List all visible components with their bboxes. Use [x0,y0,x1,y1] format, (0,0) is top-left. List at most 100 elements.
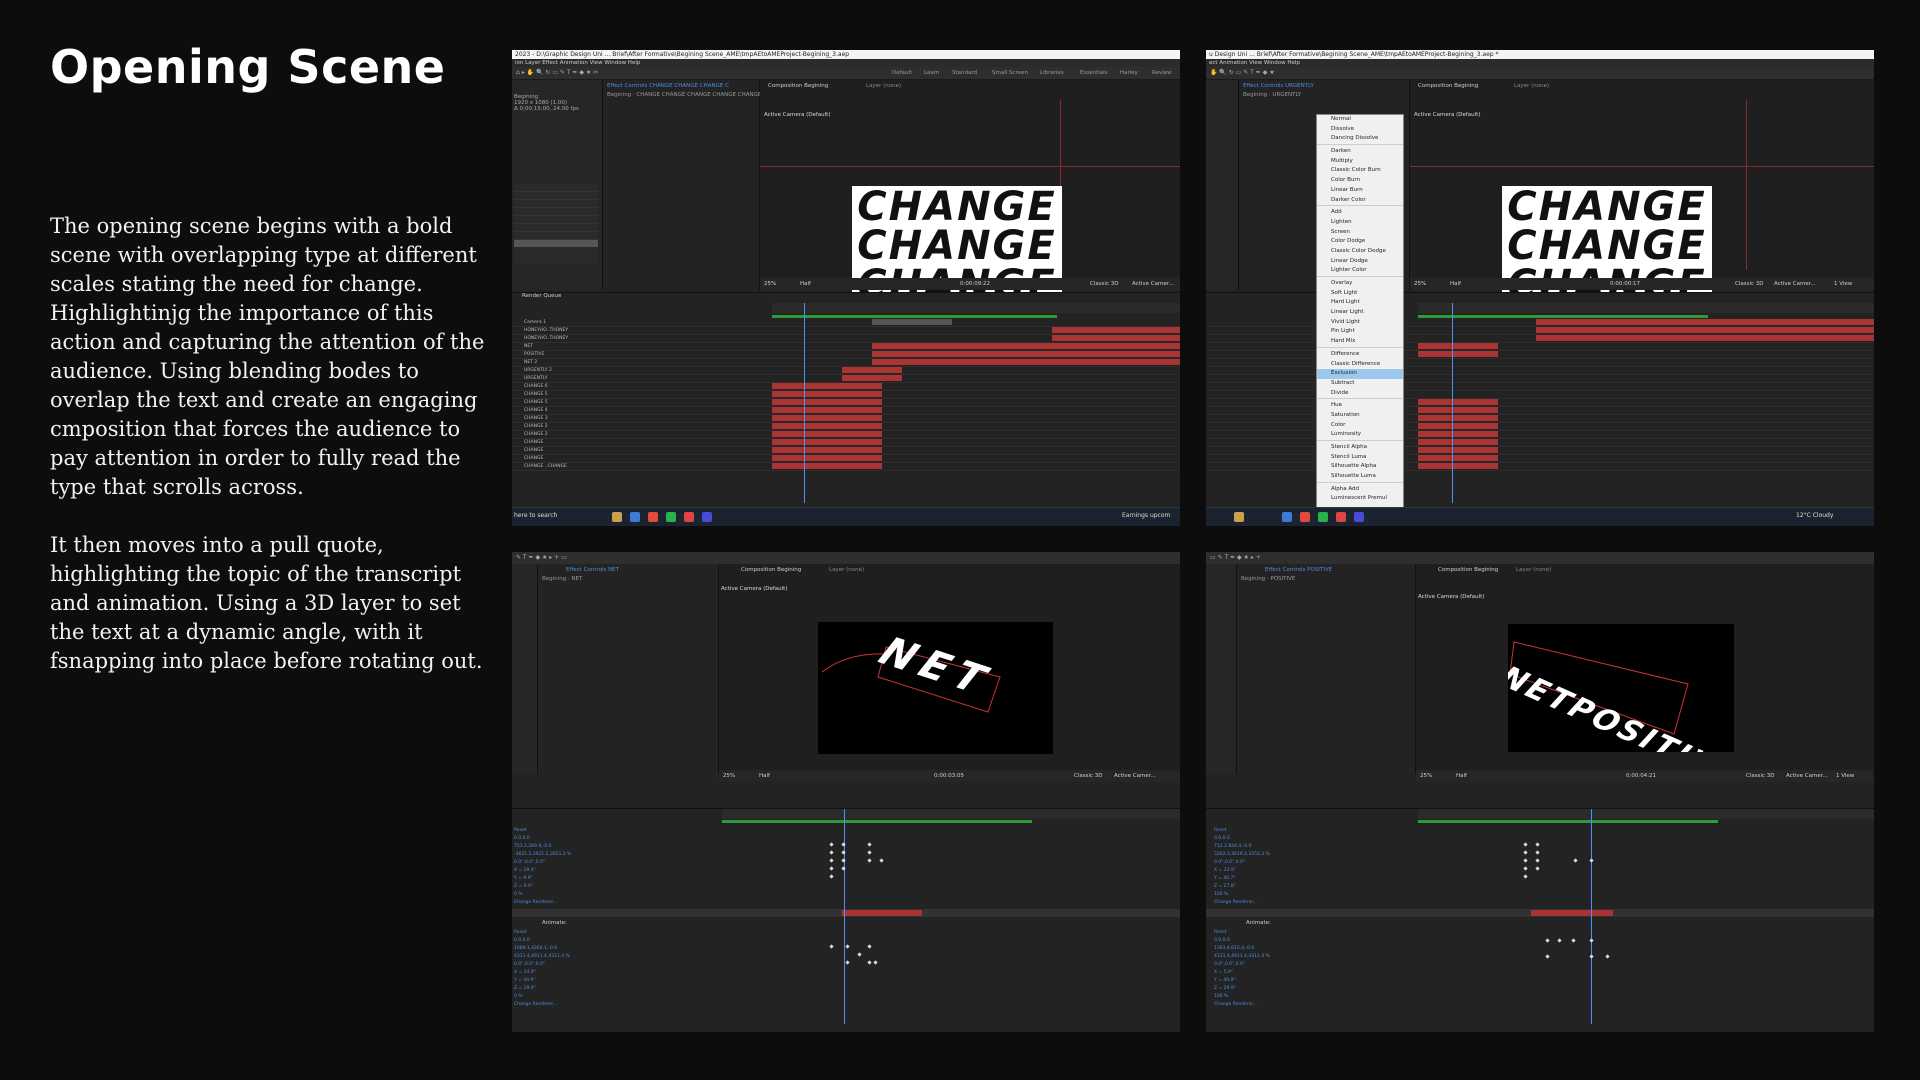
viewer-controls[interactable]: 25% Half 0:00:09:22 Classic 3D Active Ca… [760,278,1180,290]
layer-row[interactable] [1206,415,1874,423]
transform-value[interactable]: X = 24.9° [512,969,692,977]
layer-tab[interactable]: Layer (none) [1514,83,1549,89]
layer-bar[interactable] [1418,447,1498,453]
layer-row[interactable] [1206,327,1874,335]
composition-tab[interactable]: Composition Begining [1438,567,1498,573]
layer-tab[interactable]: Layer (none) [1516,567,1551,573]
effect-controls-tab[interactable]: Effect Controls POSITIVE [1265,567,1332,573]
timeline-panel[interactable]: Reset 0.0,0.0 712.2,844.4,-0.0 3262.3,3619.… [1206,808,1874,1032]
layer-tab[interactable]: Layer (none) [866,83,901,89]
render-queue-tab[interactable]: Render Queue [522,293,561,299]
news-widget[interactable]: Earnings upcom [1122,512,1170,519]
keyframe-marker[interactable] [1571,938,1576,943]
transform-value[interactable]: Y = 40.7° [1212,875,1392,883]
keyframe-marker[interactable] [1535,850,1540,855]
workspace-standard[interactable]: Standard [952,67,977,79]
blend-mode-option[interactable]: Linear Burn [1317,186,1403,196]
composition-viewer[interactable]: Composition Begining Layer (none) Active… [1410,80,1874,301]
viewer-controls[interactable]: 25% Half 0:00:00:17 Classic 3D Active Ca… [1410,278,1874,290]
layer-row[interactable] [1206,447,1874,455]
blend-mode-option[interactable]: Divide [1317,389,1403,399]
workspace-harley[interactable]: Harley [1120,67,1138,79]
project-panel[interactable] [1206,564,1237,774]
keyframe-marker[interactable] [1589,858,1594,863]
composition-tab[interactable]: Composition Begining [741,567,801,573]
camera-select[interactable]: Active Camer... [1132,281,1174,287]
keyframe-marker[interactable] [829,866,834,871]
transform-value[interactable]: X = 29.4° [512,867,692,875]
blend-mode-option[interactable]: Normal [1317,115,1403,125]
blend-mode-option[interactable]: Classic Difference [1317,360,1403,370]
timecode-display[interactable]: 0:00:00:17 [1610,281,1640,287]
work-area-bar[interactable] [1418,315,1708,318]
layer-row[interactable] [1206,375,1874,383]
layer-row[interactable]: CHANGE 2 [512,431,1180,439]
blend-mode-option[interactable]: Stencil Alpha [1317,443,1403,453]
layer-name[interactable]: CHANGE 5 [524,391,548,398]
blend-mode-option[interactable]: Exclusion [1317,369,1403,379]
keyframe-marker[interactable] [1523,858,1528,863]
layer-bar[interactable] [772,415,882,421]
layer-row[interactable]: HONEYHO..THONEY [512,327,1180,335]
transform-value[interactable]: 4311.4,4911.4,4311.4 % [1212,953,1392,961]
transform-value[interactable]: Y = 40.9° [1212,977,1392,985]
layer-row[interactable]: CHANGE 5 [512,391,1180,399]
blend-mode-option[interactable]: Pin Light [1317,327,1403,337]
layer-row[interactable]: CHANGE 4 [512,407,1180,415]
search-box[interactable]: here to search [514,512,557,519]
keyframe-marker[interactable] [1535,842,1540,847]
transform-value[interactable]: 0.0°,0.0°,0.0° [1212,859,1392,867]
app-icon[interactable] [1336,512,1346,522]
viewer-controls[interactable]: 25% Half 0:00:03:05 Classic 3D Active Ca… [719,770,1180,782]
work-area-bar[interactable] [1418,820,1718,823]
layer-name[interactable]: Camera 1 [524,319,546,326]
effect-controls-panel[interactable]: Effect Controls NET Begining · NET [538,564,719,774]
layer-row[interactable]: Camera 1 [512,319,1180,327]
camera-select[interactable]: Active Camer... [1114,773,1156,779]
keyframe-marker[interactable] [1523,874,1528,879]
resolution-select[interactable]: Half [1450,281,1461,287]
keyframe-marker[interactable] [857,952,862,957]
layer-row[interactable]: CHANGE 6 [512,383,1180,391]
effect-controls-tab[interactable]: Effect Controls URGENTLY [1243,83,1314,89]
resolution-select[interactable]: Half [1456,773,1467,779]
viewer-controls[interactable]: 25% Half 0:00:04:21 Classic 3D Active Ca… [1416,770,1874,782]
layer-bar[interactable] [842,367,902,373]
keyframe-marker[interactable] [867,842,872,847]
windows-taskbar[interactable]: here to search Earnings upcom [512,507,1180,526]
layer-bar[interactable] [1536,319,1874,325]
keyframe-marker[interactable] [1535,866,1540,871]
blend-mode-option[interactable]: Classic Color Dodge [1317,247,1403,257]
blend-mode-option[interactable]: Overlay [1317,279,1403,289]
layer-row[interactable] [1206,439,1874,447]
transform-value[interactable]: Reset [512,929,692,937]
keyframe-marker[interactable] [845,960,850,965]
keyframe-marker[interactable] [867,960,872,965]
toolbar[interactable]: ⌂ ▸ ✋ 🔍 ↻ ▭ ✎ T ✒ ◆ ★ ✂ Default Learn St… [512,67,1180,80]
transform-value[interactable]: 3262.3,3619.2,3353.3 % [1212,851,1392,859]
blend-mode-option[interactable]: Color Dodge [1317,237,1403,247]
transform-value[interactable]: 0 % [512,993,692,1001]
view-select[interactable]: 1 View [1836,773,1854,779]
workspace-default[interactable]: Default [892,67,912,79]
layer-row[interactable]: CHANGE 2 [512,423,1180,431]
renderer-select[interactable]: Classic 3D [1090,281,1119,287]
animate-label[interactable]: Animate: [542,920,567,926]
layer-bar[interactable] [1052,335,1180,341]
layer-row[interactable] [1206,455,1874,463]
layer-name[interactable]: CHANGE [524,455,543,462]
keyframe-marker[interactable] [1545,938,1550,943]
layer-bar[interactable] [872,359,1180,365]
layer-name[interactable]: URGENTLY 2 [524,367,552,374]
camera-select[interactable]: Active Camer... [1786,773,1828,779]
blend-mode-dropdown[interactable]: Normal Dissolve Dancing Dissolve Darken Mult… [1316,114,1404,511]
keyframe-marker[interactable] [879,858,884,863]
transform-value[interactable]: 4311.4,4911.4,4311.4 % [512,953,692,961]
transform-value[interactable]: 0.0°,0.0°,0.0° [512,859,692,867]
keyframe-marker[interactable] [829,842,834,847]
tools-icons[interactable]: ▭ ✎ T ✒ ◆ ★ ▸ + [1210,552,1261,564]
blend-mode-option[interactable]: Subtract [1317,379,1403,389]
project-panel[interactable] [1206,80,1239,290]
layer-name[interactable]: HONEYHO..THONEY [524,335,568,342]
layer-bar[interactable] [772,455,882,461]
